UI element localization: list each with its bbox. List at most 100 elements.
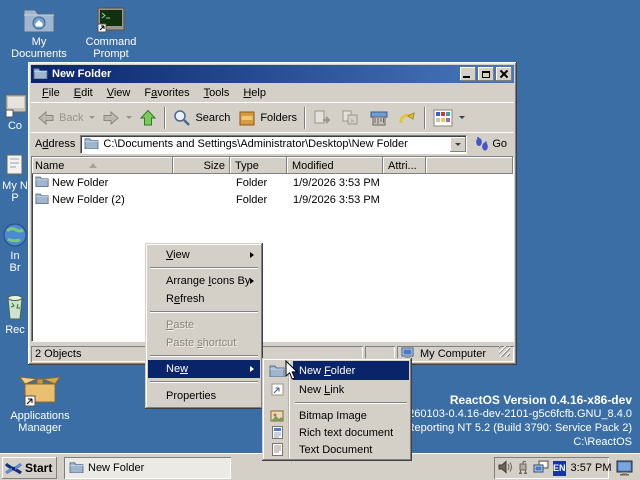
back-dropdown-icon[interactable]	[89, 116, 95, 119]
menu-bar: File Edit View Favorites Tools Help	[31, 83, 514, 102]
taskbar-clock[interactable]: 3:57 PM	[571, 462, 612, 474]
menu-edit[interactable]: Edit	[67, 85, 100, 101]
go-button[interactable]: Go	[472, 136, 510, 153]
copy-to-button[interactable]	[337, 106, 365, 130]
toolbar-separator	[164, 107, 166, 129]
desktop-icon-my-network-places[interactable]: My N P	[0, 152, 30, 204]
chevron-down-icon	[455, 143, 461, 146]
column-header-modified[interactable]: Modified	[287, 157, 383, 174]
globe-icon	[0, 222, 30, 248]
my-documents-folder-icon	[8, 6, 70, 34]
language-indicator[interactable]: EN	[553, 461, 566, 476]
context-menu-item-arrange-icons-by[interactable]: Arrange Icons By	[148, 272, 260, 290]
start-label: Start	[25, 461, 52, 475]
mouse-cursor	[285, 360, 299, 384]
submenu-item-text-document[interactable]: Text Document	[265, 441, 409, 458]
file-modified: 1/9/2026 3:53 PM	[287, 194, 383, 206]
submenu-item-bitmap-image[interactable]: Bitmap Image	[265, 407, 409, 424]
forward-dropdown-icon[interactable]	[126, 116, 132, 119]
desktop-icon-internet-browser[interactable]: In Br	[0, 222, 30, 274]
menu-help[interactable]: Help	[236, 85, 273, 101]
menu-separator	[295, 402, 407, 404]
desktop: My Documents Command Prompt Co	[0, 0, 640, 480]
desktop-icon-recycle-bin[interactable]: Rec	[0, 292, 30, 336]
desktop-icon-label: P	[0, 192, 30, 204]
delete-button[interactable]	[365, 106, 393, 130]
file-row[interactable]: New Folder Folder 1/9/2026 3:53 PM	[32, 174, 513, 191]
text-document-icon	[265, 441, 289, 458]
network-tray-icon[interactable]	[533, 460, 549, 477]
minimize-button[interactable]	[460, 67, 476, 81]
rich-text-document-icon	[265, 424, 289, 441]
context-menu-item-paste[interactable]: Paste	[148, 316, 260, 334]
back-button[interactable]: Back	[33, 106, 98, 130]
start-button[interactable]: Start	[2, 457, 57, 479]
maximize-button[interactable]	[478, 67, 494, 81]
move-to-button[interactable]	[309, 106, 337, 130]
up-arrow-icon	[138, 108, 158, 128]
context-menu-item-refresh[interactable]: Refresh	[148, 290, 260, 308]
window-folder-icon	[33, 67, 48, 82]
desktop-icon-label: Co	[0, 120, 30, 132]
desktop-icon-partial-1[interactable]: Co	[0, 92, 30, 132]
version-line-2: 0260103-0.4.16-dev-2101-g5c6fcfb.GNU_8.4…	[402, 407, 632, 421]
version-line-4: C:\ReactOS	[402, 435, 632, 449]
show-desktop-monitor-icon[interactable]	[616, 460, 635, 479]
search-button[interactable]: Search	[169, 106, 234, 130]
context-menu-item-paste-shortcut[interactable]: Paste shortcut	[148, 334, 260, 352]
views-dropdown-icon[interactable]	[459, 116, 465, 119]
undo-button[interactable]	[393, 106, 421, 130]
resize-grip[interactable]	[499, 346, 510, 357]
menu-tools[interactable]: Tools	[197, 85, 237, 101]
desktop-icon-applications-manager[interactable]: Applications Manager	[0, 372, 80, 434]
desktop-icon-command-prompt[interactable]: Command Prompt	[80, 6, 142, 60]
file-row[interactable]: New Folder (2) Folder 1/9/2026 3:53 PM	[32, 191, 513, 208]
move-to-icon	[312, 108, 334, 128]
service-tray-icon[interactable]	[517, 460, 529, 477]
recycle-bin-icon	[0, 292, 30, 322]
context-menu-item-view[interactable]: View	[148, 246, 260, 264]
window-titlebar[interactable]: New Folder	[31, 65, 514, 83]
column-header-type[interactable]: Type	[230, 157, 287, 174]
column-header-filler	[426, 157, 513, 174]
go-feet-icon	[475, 137, 489, 152]
toolbar-separator	[424, 107, 426, 129]
network-places-icon	[0, 152, 30, 178]
forward-button[interactable]	[98, 106, 135, 130]
status-location: My Computer	[397, 346, 514, 362]
column-header-name[interactable]: Name	[32, 157, 173, 174]
address-dropdown-button[interactable]	[450, 137, 466, 152]
menu-view[interactable]: View	[100, 85, 138, 101]
bitmap-image-icon	[265, 407, 289, 424]
context-menu-item-properties[interactable]: Properties	[148, 386, 260, 406]
desktop-icon-label: My Documents	[8, 36, 70, 60]
system-tray: EN 3:57 PM	[494, 457, 609, 479]
menu-separator	[150, 381, 258, 383]
search-icon	[172, 108, 192, 128]
volume-icon[interactable]	[498, 460, 513, 477]
file-name: New Folder (2)	[52, 194, 125, 206]
command-prompt-icon	[80, 6, 142, 34]
undo-icon	[396, 108, 418, 128]
folder-icon	[35, 192, 49, 207]
taskbar-task-new-folder[interactable]: New Folder	[64, 457, 231, 479]
up-button[interactable]	[135, 106, 161, 130]
column-header-size[interactable]: Size	[173, 157, 230, 174]
views-button[interactable]	[429, 106, 468, 130]
menu-favorites[interactable]: Favorites	[137, 85, 196, 101]
address-input[interactable]: C:\Documents and Settings\Administrator\…	[80, 135, 467, 154]
os-version-text: ReactOS Version 0.4.16-x86-dev 0260103-0…	[402, 393, 632, 449]
context-menu-item-new[interactable]: New	[148, 360, 260, 378]
folders-button[interactable]: Folders	[234, 106, 301, 130]
menu-separator	[150, 355, 258, 357]
task-label: New Folder	[88, 462, 144, 474]
submenu-arrow-icon	[250, 278, 254, 284]
close-icon	[500, 70, 508, 78]
desktop-icon-my-documents[interactable]: My Documents	[8, 6, 70, 60]
submenu-item-rich-text-document[interactable]: Rich text document	[265, 424, 409, 441]
close-button[interactable]	[496, 67, 512, 81]
file-modified: 1/9/2026 3:53 PM	[287, 177, 383, 189]
menu-file[interactable]: File	[35, 85, 67, 101]
column-header-attributes[interactable]: Attri...	[383, 157, 426, 174]
version-line-1: ReactOS Version 0.4.16-x86-dev	[402, 393, 632, 407]
